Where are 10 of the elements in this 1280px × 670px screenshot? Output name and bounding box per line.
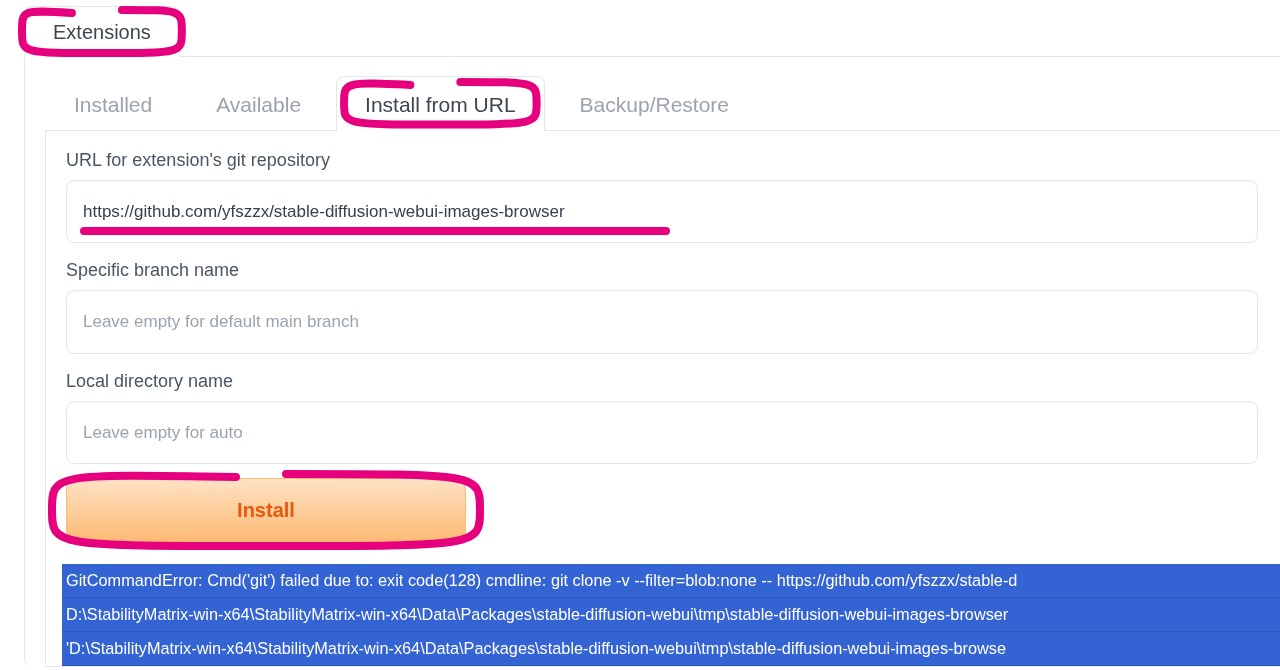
input-field[interactable]: Leave empty for default main branch: [66, 290, 1258, 354]
field-label: URL for extension's git repository: [66, 148, 331, 172]
field-label: Specific branch name: [66, 259, 241, 282]
tab[interactable]: Installed: [45, 76, 182, 131]
tab[interactable]: Available: [187, 76, 331, 131]
tab[interactable]: Backup/Restore: [550, 76, 759, 131]
install-button[interactable]: Install: [66, 478, 466, 542]
input-field[interactable]: https://github.com/yfszzx/stable-diffusion-webui-images-browser: [66, 179, 1258, 243]
input-field[interactable]: Leave empty for auto: [66, 400, 1258, 464]
field-label: Local directory name: [66, 369, 235, 393]
